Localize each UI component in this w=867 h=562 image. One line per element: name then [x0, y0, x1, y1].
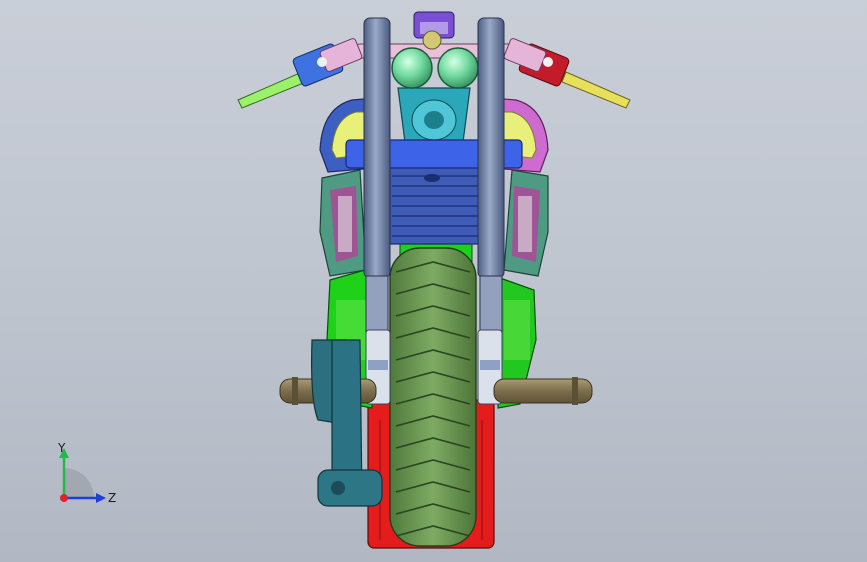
z-axis-label: Z [108, 491, 116, 505]
headlights [391, 30, 479, 89]
z-axis-arrow [96, 493, 106, 503]
y-axis-label: Y [57, 441, 66, 455]
cad-viewport[interactable]: Y Z [0, 0, 867, 562]
fork-right [477, 17, 505, 405]
motorcycle-model[interactable] [0, 0, 867, 562]
radiator [389, 161, 483, 245]
frame-left [319, 169, 367, 277]
frame-right [503, 169, 549, 277]
fork-left [363, 17, 391, 405]
handlebar-right [503, 38, 631, 109]
handlebar-left [237, 38, 363, 109]
x-axis-dot [60, 494, 68, 502]
front-tire [389, 247, 477, 547]
triad-plane-indicator [64, 468, 94, 498]
orientation-triad: Y Z [57, 441, 116, 505]
